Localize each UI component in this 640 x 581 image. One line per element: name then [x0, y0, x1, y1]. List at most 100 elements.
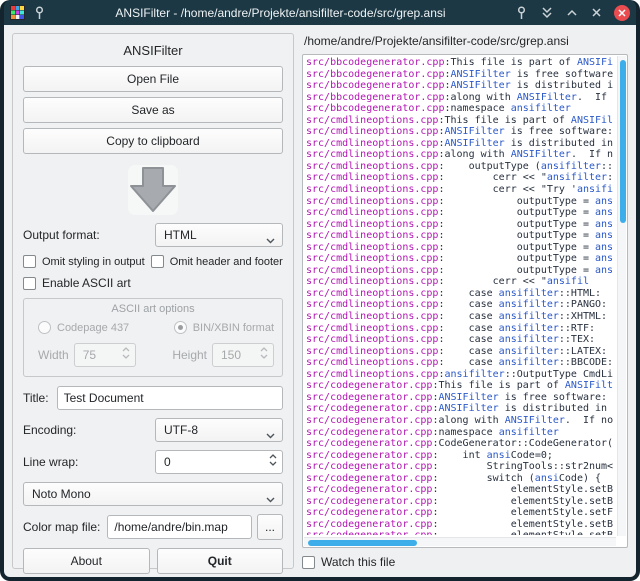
ascii-group-title: ASCII art options	[32, 303, 274, 315]
code-line: src/bbcodegenerator.cpp:along with ANSIF…	[306, 92, 615, 104]
titlebar-right	[514, 5, 630, 21]
code-line: src/codegenerator.cpp: StringTools::str2…	[306, 461, 615, 473]
app-window: ANSIFilter - /home/andre/Projekte/ansifi…	[0, 0, 640, 581]
height-stepper[interactable]: 150	[212, 343, 274, 367]
shade-double-chevron-down-icon[interactable]	[539, 5, 554, 20]
omit-header-checkbox[interactable]: Omit header and footer	[151, 255, 283, 268]
titlebar[interactable]: ANSIFilter - /home/andre/Projekte/ansifi…	[4, 0, 636, 25]
checkbox-box	[23, 277, 36, 290]
code-line: src/cmdlineoptions.cpp: case ansifilter:…	[306, 334, 615, 346]
output-format-select[interactable]: HTML	[155, 223, 283, 247]
vertical-scrollbar[interactable]	[617, 56, 626, 536]
keep-above-pin-icon[interactable]	[514, 5, 529, 20]
horizontal-scrollbar-thumb[interactable]	[308, 540, 417, 546]
line-wrap-value: 0	[164, 455, 171, 469]
enable-ascii-checkbox[interactable]: Enable ASCII art	[23, 276, 131, 290]
stepper-arrows-icon	[122, 347, 130, 359]
code-line: src/bbcodegenerator.cpp:ANSIFilter is di…	[306, 80, 615, 92]
color-map-input[interactable]	[107, 515, 252, 539]
watch-file-checkbox[interactable]: Watch this file	[302, 555, 628, 569]
height-value: 150	[221, 348, 241, 362]
code-line: src/cmdlineoptions.cpp: case ansifilter:…	[306, 346, 615, 358]
vertical-scrollbar-thumb[interactable]	[620, 60, 626, 223]
encoding-select[interactable]: UTF-8	[155, 418, 283, 442]
pin-icon[interactable]	[32, 5, 47, 20]
encoding-value: UTF-8	[164, 423, 198, 437]
code-line: src/cmdlineoptions.cpp: outputType = ans	[306, 196, 615, 208]
width-label: Width	[38, 348, 69, 362]
encoding-label: Encoding:	[23, 423, 76, 437]
watch-file-label: Watch this file	[321, 555, 395, 569]
code-line: src/cmdlineoptions.cpp: case ansifilter:…	[306, 288, 615, 300]
omit-header-label: Omit header and footer	[170, 256, 283, 268]
color-map-label: Color map file:	[23, 520, 100, 534]
code-line: src/codegenerator.cpp:along with ANSIFil…	[306, 415, 615, 427]
bin-xbin-radio[interactable]: BIN/XBIN format	[174, 321, 274, 334]
omit-options-row: Omit styling in output Omit header and f…	[23, 255, 283, 268]
enable-ascii-row: Enable ASCII art	[23, 276, 283, 290]
radio-circle-selected	[174, 321, 187, 334]
code-line: src/cmdlineoptions.cpp: case ansifilter:…	[306, 323, 615, 335]
code-line: src/cmdlineoptions.cpp: outputType = ans	[306, 253, 615, 265]
font-row: Noto Mono	[23, 482, 283, 506]
title-label: Title:	[23, 391, 49, 405]
font-value: Noto Mono	[32, 487, 91, 501]
code-line: src/cmdlineoptions.cpp: outputType = ans	[306, 207, 615, 219]
checkbox-box	[302, 556, 315, 569]
width-value: 75	[83, 348, 96, 362]
code-line: src/cmdlineoptions.cpp:along with ANSIFi…	[306, 149, 615, 161]
chevron-down-icon	[266, 492, 275, 506]
quit-button[interactable]: Quit	[157, 548, 284, 574]
about-button[interactable]: About	[23, 548, 150, 574]
code-line: src/codegenerator.cpp: elementStyle.setB	[306, 496, 615, 508]
codepage-437-label: Codepage 437	[57, 322, 129, 334]
code-line: src/codegenerator.cpp: elementStyle.setB	[306, 484, 615, 496]
code-line: src/codegenerator.cpp:namespace ansifilt…	[306, 427, 615, 439]
window-title: ANSIFilter - /home/andre/Projekte/ansifi…	[47, 6, 514, 20]
bin-xbin-label: BIN/XBIN format	[193, 322, 274, 334]
code-line: src/bbcodegenerator.cpp:This file is par…	[306, 57, 615, 69]
omit-styling-label: Omit styling in output	[42, 256, 145, 268]
omit-styling-checkbox[interactable]: Omit styling in output	[23, 255, 145, 268]
output-format-row: Output format: HTML	[23, 223, 283, 247]
code-line: src/cmdlineoptions.cpp: outputType = ans	[306, 265, 615, 277]
file-path-label: /home/andre/Projekte/ansifilter-code/src…	[304, 34, 628, 48]
copy-to-clipboard-button[interactable]: Copy to clipboard	[23, 128, 283, 154]
code-line: src/codegenerator.cpp: elementStyle.setF	[306, 507, 615, 519]
code-line: src/codegenerator.cpp: elementStyle.setB	[306, 519, 615, 531]
chevron-down-icon	[266, 233, 275, 247]
ascii-art-options-group: ASCII art options Codepage 437 BIN/XBIN …	[23, 298, 283, 377]
horizontal-scrollbar[interactable]	[304, 537, 616, 546]
code-line: src/cmdlineoptions.cpp: case ansifilter:…	[306, 299, 615, 311]
code-line: src/cmdlineoptions.cpp:This file is part…	[306, 115, 615, 127]
code-line: src/cmdlineoptions.cpp:ansifilter::Outpu…	[306, 369, 615, 381]
minimize-chevron-up-icon[interactable]	[564, 5, 579, 20]
bottom-button-row: About Quit	[23, 548, 283, 574]
code-line: src/cmdlineoptions.cpp: outputType = ans	[306, 230, 615, 242]
app-title-label: ANSIFilter	[23, 43, 283, 58]
code-line: src/bbcodegenerator.cpp:ANSIFilter is fr…	[306, 69, 615, 81]
chevron-down-icon	[266, 428, 275, 442]
close-button[interactable]	[614, 5, 630, 21]
font-select[interactable]: Noto Mono	[23, 482, 283, 506]
browse-button[interactable]: ...	[257, 514, 283, 540]
open-file-button[interactable]: Open File	[23, 66, 283, 92]
title-row: Title:	[23, 386, 283, 410]
color-map-row: Color map file: ...	[23, 514, 283, 540]
checkbox-box	[23, 255, 36, 268]
window-content: ANSIFilter Open File Save as Copy to cli…	[4, 25, 636, 577]
ascii-size-row: Width 75 Height 150	[32, 343, 274, 367]
width-stepper[interactable]: 75	[74, 343, 136, 367]
ansi-text-view[interactable]: src/bbcodegenerator.cpp:This file is par…	[302, 54, 628, 548]
code-line: src/codegenerator.cpp:ANSIFilter is free…	[306, 392, 615, 404]
codepage-437-radio[interactable]: Codepage 437	[38, 321, 129, 334]
maximize-x-icon[interactable]	[589, 5, 604, 20]
code-line: src/codegenerator.cpp:ANSIFilter is dist…	[306, 403, 615, 415]
stepper-arrows-icon	[260, 347, 268, 359]
line-wrap-stepper[interactable]: 0	[155, 450, 283, 474]
code-line: src/cmdlineoptions.cpp: cerr << "ansifil	[306, 276, 615, 288]
output-format-value: HTML	[164, 228, 197, 242]
enable-ascii-label: Enable ASCII art	[42, 276, 131, 290]
save-as-button[interactable]: Save as	[23, 97, 283, 123]
title-input[interactable]	[57, 386, 283, 410]
